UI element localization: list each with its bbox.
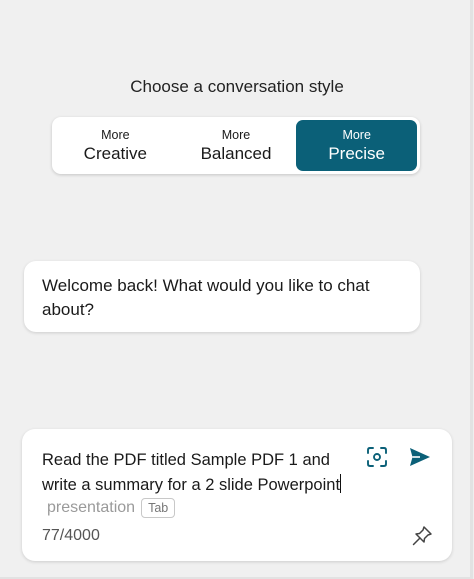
style-option-prefix: More (221, 127, 251, 142)
tab-key-hint: Tab (141, 498, 176, 518)
pin-icon (412, 526, 432, 546)
conversation-style-picker: More Creative More Balanced More Precise (52, 117, 420, 174)
visual-search-button[interactable] (364, 444, 390, 470)
style-option-balanced[interactable]: More Balanced (176, 120, 297, 171)
style-option-prefix: More (342, 127, 371, 142)
style-option-label: Balanced (200, 143, 272, 163)
autocomplete-suggestion[interactable]: presentation Tab (47, 498, 176, 518)
style-option-precise[interactable]: More Precise (296, 120, 418, 171)
style-option-label: Creative (83, 143, 147, 163)
chat-input-box[interactable]: Read the PDF titled Sample PDF 1 and wri… (22, 429, 452, 561)
visual-search-icon (367, 447, 387, 467)
send-icon (410, 448, 430, 466)
chat-input-line: Read the PDF titled Sample PDF 1 and (42, 451, 330, 469)
chat-input-line: write a summary for a 2 slide Powerpoint (42, 476, 341, 494)
pin-button[interactable] (409, 523, 435, 549)
chat-panel: Choose a conversation style More Creativ… (0, 0, 473, 579)
suggestion-text: presentation (47, 499, 136, 516)
style-option-creative[interactable]: More Creative (55, 120, 176, 171)
chat-input-text[interactable]: Read the PDF titled Sample PDF 1 and wri… (42, 448, 362, 498)
style-option-label: Precise (328, 143, 386, 163)
conversation-style-title: Choose a conversation style (130, 77, 344, 96)
style-option-prefix: More (101, 127, 130, 142)
welcome-message: Welcome back! What would you like to cha… (24, 261, 420, 332)
send-button[interactable] (407, 444, 433, 470)
text-caret (340, 474, 342, 493)
character-counter: 77/4000 (42, 527, 100, 544)
